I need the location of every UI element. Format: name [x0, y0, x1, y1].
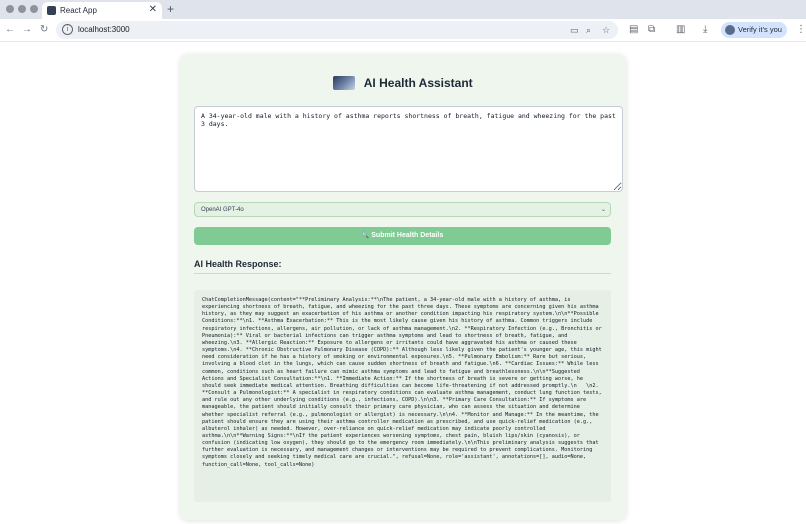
- zoom-icon[interactable]: ⌕: [586, 23, 591, 37]
- submit-label: Submit Health Details: [371, 232, 444, 239]
- symptoms-input[interactable]: A 34-year-old male with a history of ast…: [194, 106, 623, 192]
- divider: [194, 273, 611, 274]
- forward-icon[interactable]: →: [22, 23, 32, 37]
- submit-button[interactable]: 🔍 Submit Health Details: [194, 227, 611, 245]
- browser-menu-icon[interactable]: ⋮: [796, 23, 806, 37]
- url-text[interactable]: localhost:3000: [78, 23, 130, 37]
- window-maximize-button[interactable]: [30, 5, 38, 13]
- app-header: AI Health Assistant: [180, 74, 626, 92]
- download-icon[interactable]: ⤓: [703, 23, 707, 37]
- page-title: AI Health Assistant: [363, 75, 473, 90]
- back-icon[interactable]: ←: [5, 23, 15, 37]
- browser-tab-bar: React App ✕ +: [0, 0, 806, 19]
- browser-toolbar: ← → ↻ i localhost:3000 ▭ ⌕ ☆ ▤ ⧉ ▥ ⤓ Ver…: [0, 19, 806, 42]
- browser-tab[interactable]: React App ✕: [42, 2, 162, 19]
- response-output: ChatCompletionMessage(content="**Prelimi…: [194, 290, 611, 502]
- window-close-button[interactable]: [6, 5, 14, 13]
- window-minimize-button[interactable]: [18, 5, 26, 13]
- model-select-value: OpenAI GPT-4o: [201, 207, 244, 213]
- tab-close-icon[interactable]: ✕: [149, 3, 157, 16]
- favicon-icon: [47, 6, 56, 15]
- magnifier-icon: 🔍: [361, 233, 370, 239]
- side-panel-icon[interactable]: ▥: [676, 23, 685, 37]
- profile-avatar-icon: [725, 25, 735, 35]
- reload-icon[interactable]: ↻: [40, 23, 48, 37]
- address-bar[interactable]: i localhost:3000 ▭ ⌕ ☆: [56, 21, 618, 39]
- extensions-icon[interactable]: ⧉: [648, 23, 655, 37]
- verify-identity-button[interactable]: Verify it's you: [721, 22, 787, 38]
- health-assistant-card: AI Health Assistant A 34-year-old male w…: [180, 54, 626, 520]
- install-app-icon[interactable]: ▭: [570, 23, 579, 37]
- tab-search-icon[interactable]: ▤: [629, 23, 638, 37]
- tab-title: React App: [60, 6, 97, 15]
- response-heading: AI Health Response:: [194, 259, 282, 269]
- site-info-icon[interactable]: i: [62, 24, 73, 35]
- model-select[interactable]: OpenAI GPT-4o ⌄: [194, 202, 611, 217]
- chevron-down-icon: ⌄: [600, 207, 606, 213]
- verify-label: Verify it's you: [738, 25, 782, 34]
- new-tab-button[interactable]: +: [167, 2, 174, 16]
- bookmark-star-icon[interactable]: ☆: [602, 23, 610, 37]
- doctor-logo-icon: [333, 75, 356, 90]
